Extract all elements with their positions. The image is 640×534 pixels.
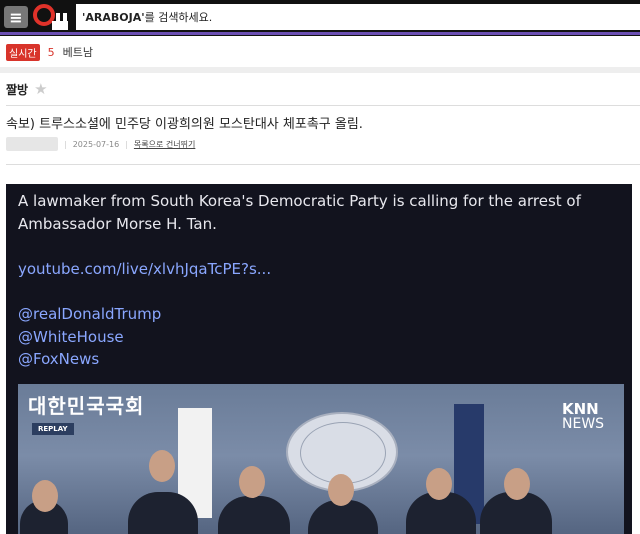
content-mention[interactable]: @WhiteHouse	[18, 326, 124, 348]
person-head	[239, 466, 265, 498]
site-logo[interactable]	[32, 3, 72, 31]
divider	[6, 164, 640, 165]
top-header: ≡ 'ARABOJA' 를 검색하세요.	[0, 0, 640, 36]
post-meta: | 2025-07-16 | 목록으로 건너뛰기	[6, 137, 195, 151]
favorite-star-icon[interactable]: ★	[34, 80, 47, 98]
realtime-badge: 실시간	[6, 43, 40, 61]
content-mention[interactable]: @FoxNews	[18, 348, 99, 370]
person-head	[426, 468, 452, 500]
person-head	[504, 468, 530, 500]
search-placeholder: 를 검색하세요.	[144, 11, 213, 24]
post-title: 속보) 트루스소셜에 민주당 이광희의원 모스탄대사 체포촉구 올림.	[6, 117, 363, 132]
search-input[interactable]: 'ARABOJA' 를 검색하세요.	[76, 4, 640, 30]
realtime-rank: 5	[47, 45, 55, 59]
menu-icon[interactable]: ≡	[4, 6, 28, 28]
post-content-image: A lawmaker from South Korea's Democratic…	[6, 184, 632, 534]
video-caption: 대한민국국회	[28, 394, 145, 418]
channel-logo-bottom: NEWS	[562, 416, 605, 432]
replay-badge: REPLAY	[32, 423, 74, 435]
content-link[interactable]: youtube.com/live/xlvhJqaTcPE?s...	[18, 258, 271, 280]
realtime-bar[interactable]: 실시간 5 베트남	[0, 40, 640, 64]
person	[128, 492, 198, 534]
header-accent-bar	[0, 32, 640, 35]
person-head	[32, 480, 58, 512]
meta-separator: |	[64, 139, 67, 149]
content-line: Ambassador Morse H. Tan.	[18, 215, 217, 233]
divider	[6, 105, 640, 106]
search-keyword: 'ARABOJA'	[82, 10, 145, 24]
video-thumbnail[interactable]: 대한민국국회 REPLAY KNN NEWS	[18, 384, 624, 534]
content-line: A lawmaker from South Korea's Democratic…	[18, 192, 581, 210]
section-divider	[0, 67, 640, 73]
content-mention[interactable]: @realDonaldTrump	[18, 303, 161, 325]
person-head	[149, 450, 175, 482]
post-date: 2025-07-16	[72, 139, 120, 149]
meta-separator: |	[125, 139, 128, 149]
channel-logo: KNN NEWS	[562, 402, 604, 432]
author-avatar[interactable]	[6, 137, 58, 151]
channel-logo-top: KNN	[562, 400, 599, 418]
board-name[interactable]: 짤방	[6, 81, 28, 98]
person-head	[328, 474, 354, 506]
realtime-term[interactable]: 베트남	[63, 44, 93, 60]
board-header: 짤방 ★	[6, 80, 48, 98]
skip-to-list-link[interactable]: 목록으로 건너뛰기	[134, 139, 195, 150]
